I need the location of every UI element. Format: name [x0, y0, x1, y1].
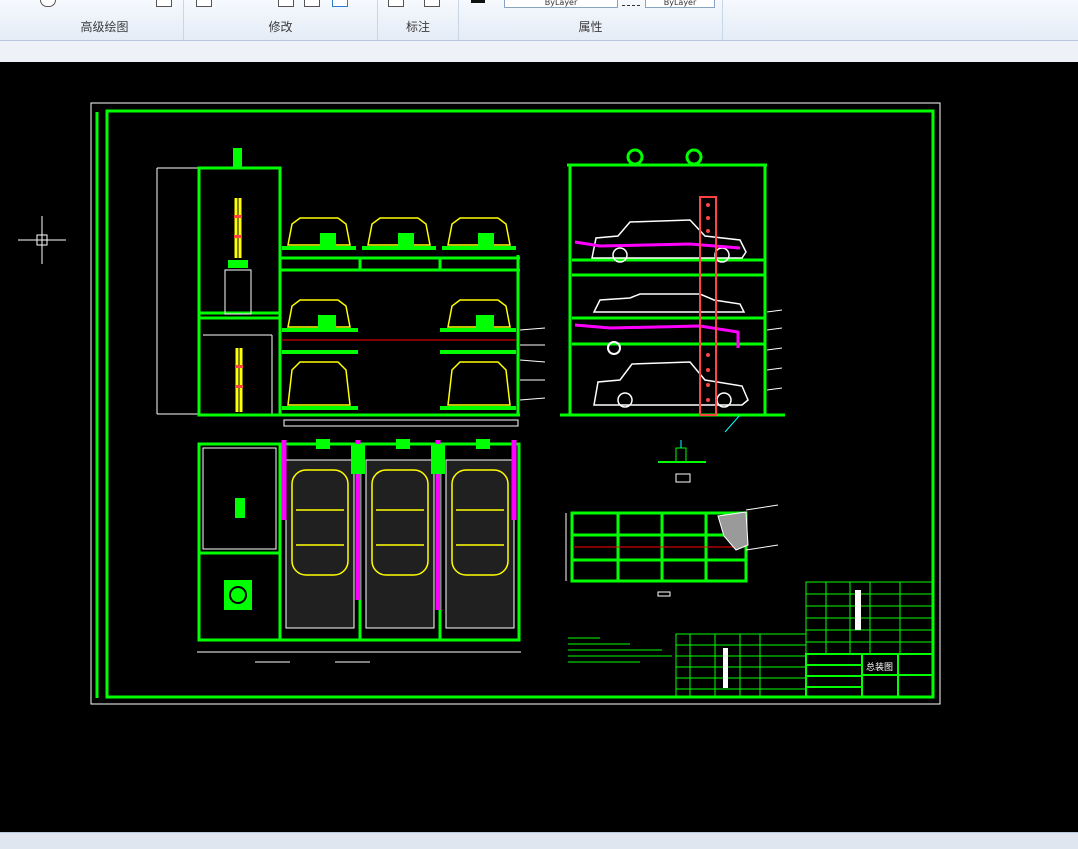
motor-plan-icon — [235, 498, 245, 518]
ribbon-toolbar: 高级绘图 修改 标注 ByLayer ByLayer 属性 — [0, 0, 1078, 41]
pump-unit-icon — [224, 580, 252, 610]
dimension-tool-icon[interactable] — [388, 0, 404, 7]
base-dimension — [283, 419, 519, 427]
linetype-icon[interactable] — [622, 1, 640, 6]
title-block: 总装图 — [675, 581, 934, 698]
copy-tool-icon[interactable] — [196, 0, 212, 7]
panel-label-properties: 属性 — [578, 20, 603, 34]
status-bar — [0, 832, 1078, 849]
layer-property-dropdown[interactable]: ByLayer — [504, 0, 618, 8]
technical-notes — [568, 637, 672, 663]
side-frame — [560, 163, 785, 417]
panel-modify: 修改 — [184, 0, 378, 40]
parking-structure-frame — [278, 255, 520, 417]
chain-ladders — [234, 198, 243, 412]
cad-drawing: 总装图 — [18, 102, 941, 705]
frame-detail-view — [565, 504, 779, 597]
leader-tool-icon[interactable] — [424, 0, 440, 7]
panel-label-modify: 修改 — [268, 20, 293, 34]
stretch-tool-icon[interactable] — [304, 0, 320, 7]
parts-list-table — [675, 581, 933, 697]
drawing-canvas[interactable]: 总装图 — [0, 62, 1078, 832]
scale-tool-icon[interactable] — [278, 0, 294, 7]
side-top-wheels — [626, 148, 703, 166]
panel-advanced-draw: 高级绘图 — [26, 0, 184, 40]
motor-box — [224, 269, 252, 315]
ellipse-tool-icon[interactable] — [40, 0, 56, 7]
small-detail-view — [658, 440, 706, 483]
panel-label-annotate: 标注 — [405, 20, 430, 34]
motor-mount — [228, 260, 248, 268]
table-tool-icon[interactable] — [156, 0, 172, 7]
front-dimension-lines — [156, 167, 273, 415]
plan-view — [197, 439, 521, 663]
file-tab-strip — [0, 41, 1078, 63]
panel-annotate: 标注 — [378, 0, 459, 40]
drawing-frame — [95, 109, 935, 699]
front-elevation-view — [156, 148, 546, 427]
linetype-property-dropdown[interactable]: ByLayer — [645, 0, 715, 8]
parking-bays — [285, 459, 515, 629]
side-elevation-view — [560, 148, 785, 433]
color-swatch-icon[interactable] — [471, 0, 485, 3]
parts-list-marks — [723, 590, 861, 688]
paper-boundary — [90, 102, 941, 705]
panel-properties: ByLayer ByLayer 属性 — [459, 0, 723, 40]
front-leader-lines — [519, 327, 546, 401]
title-box — [805, 653, 934, 698]
array-tool-icon[interactable] — [332, 0, 348, 7]
panel-label-advanced-draw: 高级绘图 — [80, 20, 129, 34]
crosshair-cursor-icon — [18, 216, 66, 264]
column-top-cap — [233, 148, 242, 168]
drawing-title: 总装图 — [866, 661, 893, 673]
section-hatch — [717, 511, 749, 551]
lift-column-holes — [706, 203, 710, 402]
